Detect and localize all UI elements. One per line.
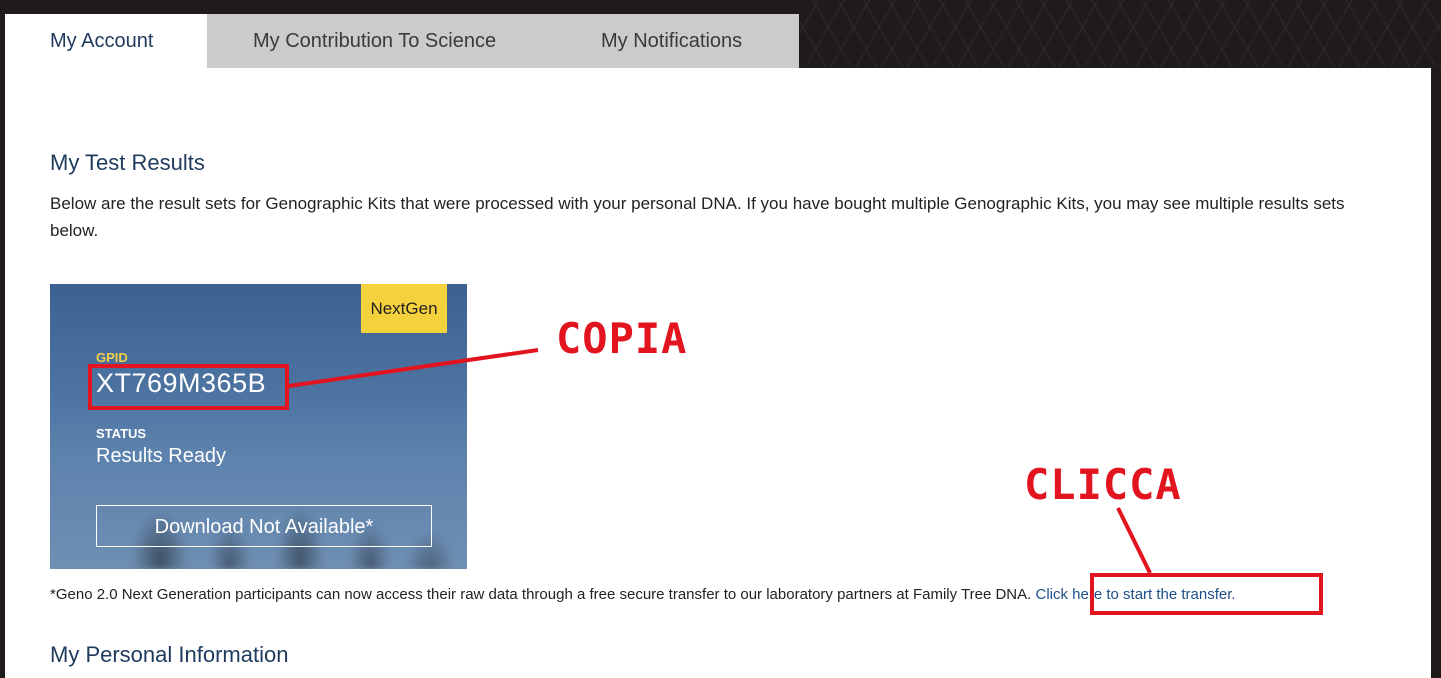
- gpid-label: GPID: [96, 350, 128, 365]
- tab-my-account[interactable]: My Account: [5, 14, 207, 68]
- kit-result-card: NextGen GPID XT769M365B STATUS Results R…: [50, 284, 467, 569]
- download-button[interactable]: Download Not Available*: [96, 505, 432, 547]
- transfer-note-text: *Geno 2.0 Next Generation participants c…: [50, 586, 1032, 603]
- tab-my-contribution-to-science[interactable]: My Contribution To Science: [207, 14, 561, 68]
- account-tabs: My Account My Contribution To Science My…: [5, 14, 799, 68]
- status-label: STATUS: [96, 426, 147, 441]
- personal-info-heading: My Personal Information: [50, 642, 289, 667]
- test-results-intro: Below are the result sets for Genographi…: [50, 194, 1345, 240]
- header-background-pattern: [800, 0, 1441, 68]
- copy-annotation-label: COPIA: [556, 314, 688, 363]
- nextgen-badge: NextGen: [361, 284, 447, 333]
- gpid-highlight-box: [88, 364, 289, 410]
- tab-my-notifications[interactable]: My Notifications: [561, 14, 799, 68]
- transfer-link-highlight-box: [1090, 573, 1323, 615]
- test-results-heading: My Test Results: [50, 150, 205, 175]
- status-value: Results Ready: [96, 445, 227, 467]
- click-annotation-label: CLICCA: [1024, 460, 1182, 509]
- transfer-note: *Geno 2.0 Next Generation participants c…: [50, 586, 1236, 603]
